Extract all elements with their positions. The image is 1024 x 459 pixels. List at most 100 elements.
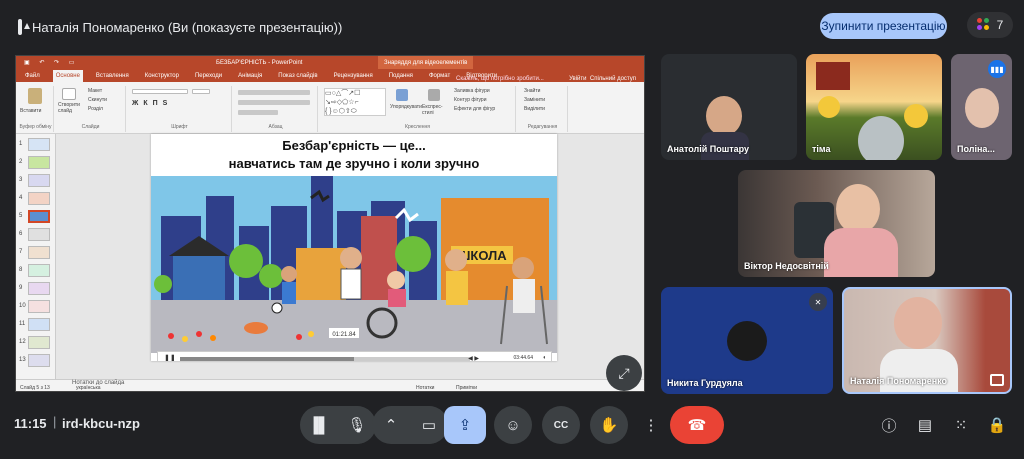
thumbnail-number: 4: [19, 195, 23, 201]
tab-format[interactable]: Формат: [426, 70, 453, 82]
slide-thumbnail[interactable]: [28, 192, 50, 205]
tab-view[interactable]: Подання: [386, 70, 416, 82]
leave-call-button[interactable]: ☎: [670, 406, 724, 444]
slide-thumbnail[interactable]: [28, 282, 50, 295]
football: [271, 302, 283, 314]
tab-home[interactable]: Основне: [52, 70, 83, 82]
pause-icon[interactable]: ❚❚: [164, 354, 176, 361]
tab-slideshow[interactable]: Показ слайдів: [275, 70, 320, 82]
tab-transitions[interactable]: Переходи: [192, 70, 225, 82]
font-size-box[interactable]: [192, 89, 210, 94]
video-player-controls[interactable]: ❚❚ ◀ ▶ 03:44.64 ◖: [157, 351, 552, 361]
present-button[interactable]: ⇪: [444, 406, 486, 444]
participant-tile[interactable]: тіма: [806, 54, 942, 160]
camera-icon[interactable]: ▭: [410, 406, 448, 444]
shape-outline-button[interactable]: Контур фігури: [454, 97, 486, 103]
status-slide-count: Слайд 5 з 13: [20, 385, 50, 391]
paste-icon[interactable]: [28, 88, 42, 104]
align-buttons[interactable]: [238, 100, 310, 105]
step-controls[interactable]: ◀ ▶: [468, 355, 479, 362]
select-button[interactable]: Виділити: [524, 106, 545, 112]
tree: [395, 236, 431, 272]
slide-thumbnail[interactable]: [28, 318, 50, 331]
ppt-workspace: 1 2 3 4 5 6 7 8 9 10 11 12 13 Безбар'єрність — це...…: [16, 134, 644, 379]
slide-thumbnail[interactable]: [28, 354, 50, 367]
activities-icon[interactable]: ⁙: [950, 414, 972, 436]
shape-effects-button[interactable]: Ефекти для фігур: [454, 106, 495, 112]
tab-insert[interactable]: Вставлення: [93, 70, 132, 82]
participant-tile[interactable]: Віктор Недосвітній: [738, 170, 935, 277]
reset-label[interactable]: Скинути: [88, 97, 107, 103]
thumbnail-number: 9: [19, 285, 23, 291]
quick-styles-icon[interactable]: [428, 89, 440, 101]
more-vert-icon: ⋮: [643, 417, 659, 434]
ppt-title-bar: ▣ ↶ ↷ ▭ БЕЗБАР'ЄРНІСТЬ - PowerPoint Знар…: [16, 56, 644, 69]
slide-thumbnail[interactable]: [28, 174, 50, 187]
people-button[interactable]: 7: [967, 12, 1013, 38]
status-notes-button[interactable]: Нотатки: [416, 385, 434, 391]
slide-thumbnail[interactable]: [28, 228, 50, 241]
slide-thumbnail[interactable]: [28, 300, 50, 313]
pavement: [151, 300, 557, 353]
font-name-box[interactable]: [132, 89, 188, 94]
current-slide[interactable]: Безбар'єрність — це... навчатись там де …: [151, 134, 557, 361]
font-style-buttons[interactable]: ЖКПS: [132, 100, 172, 107]
ribbon-group-slides: Створити слайд Макет Скинути Розділ Слай…: [56, 86, 126, 132]
slide-thumbnail[interactable]: [28, 246, 50, 259]
participants-icon: [976, 18, 991, 32]
slide-thumbnail[interactable]: [28, 264, 50, 277]
picture-in-picture-icon[interactable]: [990, 374, 1004, 386]
thumbnail-number: 2: [19, 159, 23, 165]
participant-tile-self[interactable]: Наталія Пономаренко: [842, 287, 1012, 394]
status-language: українська: [76, 385, 101, 391]
raise-hand-button[interactable]: ✋: [590, 406, 628, 444]
tab-animations[interactable]: Анімація: [235, 70, 265, 82]
find-button[interactable]: Знайти: [524, 88, 540, 94]
stop-presenting-button[interactable]: Зупинити презентацію: [820, 13, 947, 39]
slide-thumbnail[interactable]: [28, 138, 50, 151]
camera-control[interactable]: ⌃ ▭: [372, 406, 448, 444]
group-label: Креслення: [405, 124, 430, 130]
more-options-button[interactable]: ⋮: [638, 406, 664, 444]
tab-design[interactable]: Конструктор: [142, 70, 182, 82]
participant-body: [880, 349, 958, 392]
host-controls-icon[interactable]: 🔒: [986, 414, 1008, 436]
layout-label[interactable]: Макет: [88, 88, 102, 94]
replace-button[interactable]: Замінити: [524, 97, 545, 103]
reactions-button[interactable]: ☺: [494, 406, 532, 444]
participant-tile[interactable]: Анатолій Поштару: [661, 54, 797, 160]
info-icon[interactable]: ⓘ: [878, 414, 900, 436]
shared-screen[interactable]: ▣ ↶ ↷ ▭ БЕЗБАР'ЄРНІСТЬ - PowerPoint Знар…: [15, 55, 645, 392]
mic-icon[interactable]: 🎙: [338, 406, 376, 444]
tab-review[interactable]: Рецензування: [331, 70, 376, 82]
video-seek-bar[interactable]: [180, 357, 470, 361]
arrange-icon[interactable]: [396, 89, 408, 101]
chevron-up-icon[interactable]: ⌃: [372, 406, 410, 444]
volume-icon[interactable]: ◖: [542, 355, 546, 361]
expand-icon[interactable]: ⤢: [606, 355, 642, 391]
participant-tile[interactable]: ✕ Никита Гурдуяла: [661, 287, 833, 394]
speaking-indicator-icon: ▮▮▮: [988, 60, 1006, 78]
new-slide-icon[interactable]: [62, 88, 76, 100]
tree: [154, 275, 172, 293]
thumbnail-number: 13: [19, 357, 26, 363]
slide-thumbnail[interactable]: [28, 336, 50, 349]
mic-control[interactable]: ▐▌ 🎙: [300, 406, 376, 444]
tab-file[interactable]: Файл: [22, 70, 43, 82]
slide-subtitle: навчатись там де зручно і коли зручно: [228, 156, 480, 171]
thumbnail-number: 3: [19, 177, 23, 183]
shapes-gallery[interactable]: ▭○△⌒↗☐ ↘⇨◇⬠☆⌐{ }☺⬡⇧⬭: [324, 88, 386, 116]
section-label[interactable]: Розділ: [88, 106, 103, 112]
status-comments-button[interactable]: Примітки: [456, 385, 477, 391]
slide-thumbnail[interactable]: [28, 210, 50, 223]
slide-video-illustration[interactable]: ШКОЛА 01:21.84: [151, 176, 557, 353]
captions-button[interactable]: CC: [542, 406, 580, 444]
list-buttons[interactable]: [238, 90, 310, 95]
present-to-all-icon: ⇪: [458, 417, 472, 434]
video-progress-fill: [180, 357, 354, 361]
text-direction-buttons[interactable]: [238, 110, 278, 115]
chat-icon[interactable]: ▤: [914, 414, 936, 436]
participant-tile[interactable]: ▮▮▮ Поліна...: [951, 54, 1012, 160]
shape-fill-button[interactable]: Заливка фігури: [454, 88, 490, 94]
slide-thumbnail[interactable]: [28, 156, 50, 169]
